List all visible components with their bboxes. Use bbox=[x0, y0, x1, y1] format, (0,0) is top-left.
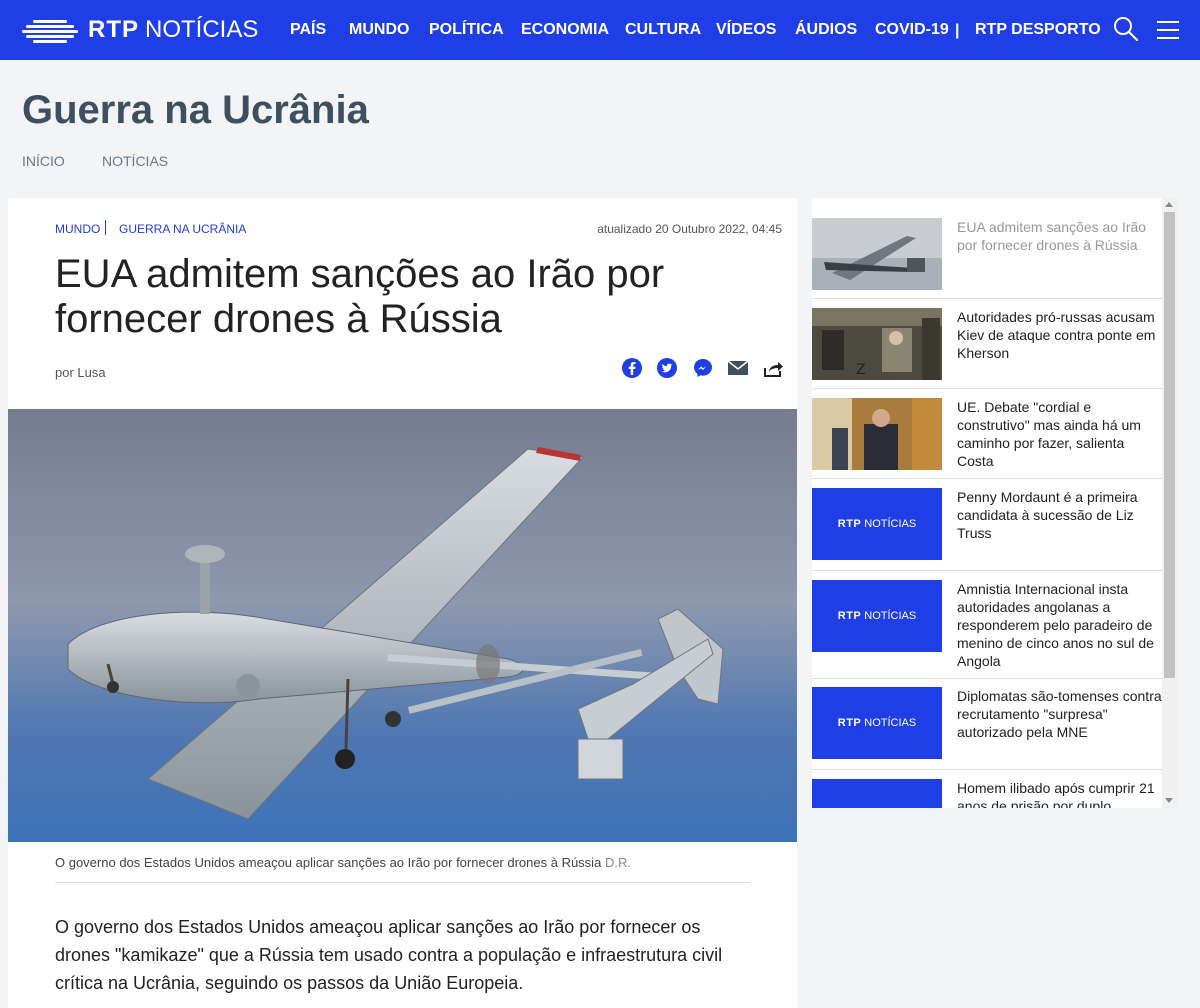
nav-item-audios[interactable]: ÁUDIOS bbox=[795, 21, 857, 39]
search-icon[interactable] bbox=[1113, 16, 1139, 47]
nav-separator: | bbox=[955, 22, 960, 39]
scroll-up-arrow-icon[interactable] bbox=[1165, 202, 1173, 207]
scrollbar-thumb[interactable] bbox=[1164, 212, 1175, 678]
rtp-noticias-placeholder-thumbnail: RTPNOTÍCIAS bbox=[812, 687, 942, 759]
rtp-noticias-placeholder-thumbnail: RTPNOTÍCIAS bbox=[812, 580, 942, 652]
nav-item-covid19[interactable]: COVID-19 bbox=[875, 21, 949, 39]
caption-credit: D.R. bbox=[604, 855, 631, 870]
nav-item-cultura[interactable]: CULTURA bbox=[625, 21, 701, 39]
sidebar-divider bbox=[812, 298, 1162, 299]
politician-photo-thumbnail bbox=[812, 398, 942, 470]
category-separator bbox=[105, 220, 106, 235]
updated-timestamp: atualizado 20 Outubro 2022, 04:45 bbox=[597, 222, 782, 236]
category-mundo[interactable]: MUNDO bbox=[55, 222, 100, 236]
drone-thumbnail bbox=[812, 218, 942, 290]
rtp-noticias-placeholder-thumbnail: RTPNOTÍCIAS bbox=[812, 779, 942, 808]
article-lead-paragraph: O governo dos Estados Unidos ameaçou apl… bbox=[55, 917, 723, 993]
share-icon[interactable] bbox=[762, 357, 784, 379]
article-byline: por Lusa bbox=[55, 365, 106, 380]
messenger-icon[interactable] bbox=[692, 357, 714, 379]
sidebar-item-title: UE. Debate "cordial e construtivo" mas a… bbox=[957, 399, 1141, 469]
placeholder-noticias-text: NOTÍCIAS bbox=[864, 610, 917, 622]
article-headline: EUA admitem sanções ao Irão por fornecer… bbox=[55, 252, 665, 341]
category-guerra-ucrania[interactable]: GUERRA NA UCRÂNIA bbox=[119, 222, 246, 236]
nav-item-pais[interactable]: PAÍS bbox=[290, 21, 326, 39]
sidebar-item-title: Homem ilibado após cumprir 21 anos de pr… bbox=[957, 780, 1155, 808]
breadcrumb-noticias[interactable]: NOTÍCIAS bbox=[102, 153, 168, 169]
sidebar-item[interactable]: Z Autoridades pró-russas acusam Kiev de … bbox=[812, 308, 1162, 380]
sidebar-item-title: Diplomatas são-tomenses contra recrutame… bbox=[957, 688, 1162, 740]
sidebar-item[interactable]: UE. Debate "cordial e construtivo" mas a… bbox=[812, 398, 1162, 470]
logo-noticias-text: NOTÍCIAS bbox=[145, 16, 259, 43]
hero-image-drone bbox=[8, 409, 797, 842]
nav-item-economia[interactable]: ECONOMIA bbox=[521, 21, 609, 39]
caption-text: O governo dos Estados Unidos ameaçou apl… bbox=[55, 855, 602, 870]
email-icon[interactable] bbox=[727, 357, 749, 379]
nav-item-rtp-desporto[interactable]: RTP DESPORTO bbox=[975, 21, 1101, 39]
sidebar-divider bbox=[812, 678, 1162, 679]
related-news-sidebar: EUA admitem sanções ao Irão por fornecer… bbox=[812, 198, 1177, 808]
image-caption: O governo dos Estados Unidos ameaçou apl… bbox=[55, 855, 631, 870]
sidebar-item-title: Autoridades pró-russas acusam Kiev de at… bbox=[957, 309, 1156, 361]
placeholder-rtp-text: RTP bbox=[837, 610, 862, 622]
placeholder-rtp-text: RTP bbox=[837, 717, 862, 729]
section-title: Guerra na Ucrânia bbox=[22, 88, 369, 132]
hamburger-menu-icon[interactable] bbox=[1157, 20, 1179, 45]
facebook-icon[interactable] bbox=[621, 357, 643, 379]
sidebar-item[interactable]: RTP NOTÍCIAS Amnistia Internacional insta… bbox=[812, 580, 1162, 670]
bus-photo-thumbnail: Z bbox=[812, 308, 942, 380]
scroll-down-arrow-icon[interactable] bbox=[1165, 798, 1173, 803]
sidebar-divider bbox=[812, 388, 1162, 389]
caption-divider bbox=[55, 882, 750, 883]
placeholder-noticias-text: NOTÍCIAS bbox=[864, 518, 917, 530]
rtp-noticias-logo[interactable]: RTP NOTÍCIAS bbox=[22, 15, 258, 45]
twitter-icon[interactable] bbox=[656, 357, 678, 379]
sidebar-item[interactable]: RTPNOTÍCIAS Homem ilibado após cumprir 2… bbox=[812, 779, 1162, 808]
nav-item-politica[interactable]: POLÍTICA bbox=[429, 21, 504, 39]
sidebar-item[interactable]: RTP NOTÍCIAS Penny Mordaunt é a primeira … bbox=[812, 488, 1162, 560]
sidebar-divider bbox=[812, 478, 1162, 479]
sidebar-divider bbox=[812, 769, 1162, 770]
svg-text:Z: Z bbox=[856, 362, 866, 378]
breadcrumb-inicio[interactable]: INÍCIO bbox=[22, 153, 65, 169]
sidebar-item-title: EUA admitem sanções ao Irão por fornecer… bbox=[957, 219, 1147, 253]
placeholder-noticias-text: NOTÍCIAS bbox=[864, 717, 917, 729]
placeholder-rtp-text: RTP bbox=[837, 518, 862, 530]
rtp-noticias-placeholder-thumbnail: RTPNOTÍCIAS bbox=[812, 488, 942, 560]
sidebar-item[interactable]: RTP NOTÍCIAS Diplomatas são-tomenses cont… bbox=[812, 687, 1162, 759]
sidebar-item-title: Amnistia Internacional insta autoridades… bbox=[957, 581, 1154, 669]
rtp-logo-icon bbox=[22, 18, 78, 43]
sidebar-scrollbar[interactable] bbox=[1162, 198, 1177, 808]
nav-item-videos[interactable]: VÍDEOS bbox=[716, 21, 776, 39]
sidebar-item[interactable]: EUA admitem sanções ao Irão por fornecer… bbox=[812, 218, 1162, 290]
nav-item-mundo[interactable]: MUNDO bbox=[349, 21, 409, 39]
sidebar-divider bbox=[812, 570, 1162, 571]
logo-rtp-text: RTP bbox=[88, 16, 139, 43]
sidebar-item-title: Penny Mordaunt é a primeira candidata à … bbox=[957, 489, 1138, 541]
top-navbar: RTP NOTÍCIAS PAÍS MUNDO POLÍTICA ECONOMI… bbox=[0, 0, 1200, 60]
